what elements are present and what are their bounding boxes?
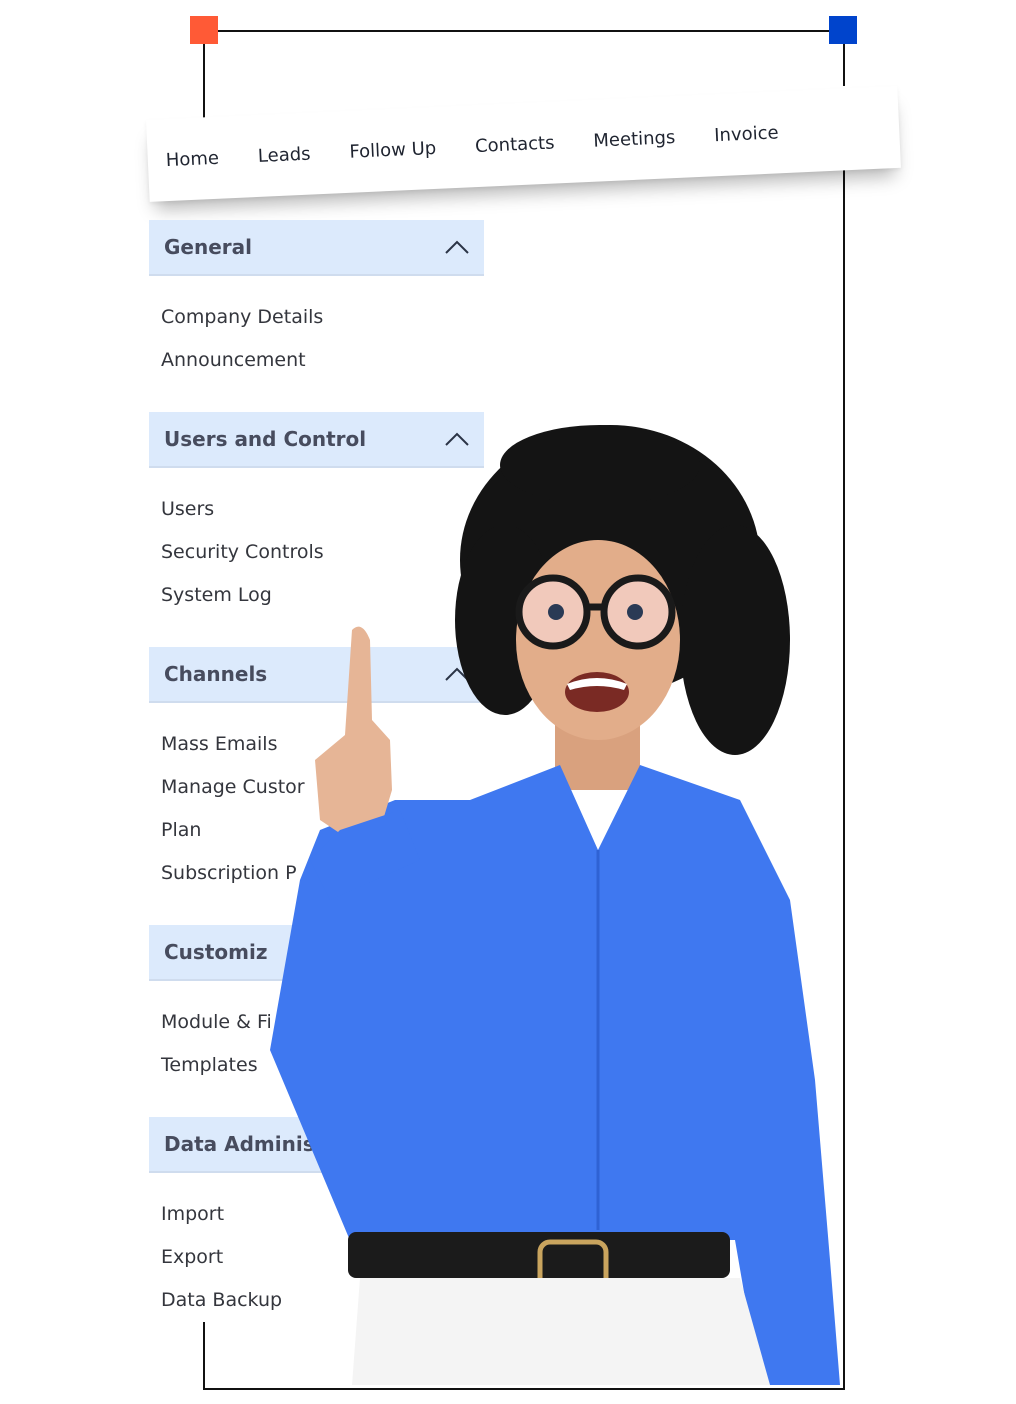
menu-item-manage-custom[interactable]: Manage Custor <box>161 766 484 809</box>
chevron-up-icon[interactable] <box>444 666 470 682</box>
neck <box>555 700 640 790</box>
teeth <box>567 678 627 690</box>
menu-item-templates[interactable]: Templates <box>161 1044 484 1087</box>
section-header-general[interactable]: General <box>149 220 484 276</box>
section-title: Data Administra <box>164 1132 348 1156</box>
top-navigation-bar: Home Leads Follow Up Contacts Meetings I… <box>146 85 901 202</box>
hair <box>455 425 790 755</box>
menu-item-system-log[interactable]: System Log <box>161 574 484 617</box>
belt-buckle <box>537 1239 609 1295</box>
nav-meetings[interactable]: Meetings <box>593 127 676 152</box>
section-header-users-and-control[interactable]: Users and Control <box>149 412 484 468</box>
menu-item-plan[interactable]: Plan <box>161 809 484 852</box>
nav-leads[interactable]: Leads <box>257 143 311 166</box>
section-header-channels[interactable]: Channels <box>149 647 484 703</box>
menu-item-data-backup[interactable]: Data Backup <box>161 1279 484 1322</box>
nav-follow-up[interactable]: Follow Up <box>349 137 437 162</box>
menu-item-import[interactable]: Import <box>161 1193 484 1236</box>
eyes <box>548 604 643 620</box>
face <box>516 540 680 740</box>
menu-item-company-details[interactable]: Company Details <box>161 296 484 339</box>
nav-home[interactable]: Home <box>165 147 219 170</box>
nav-invoice[interactable]: Invoice <box>714 122 779 146</box>
menu-item-announcement[interactable]: Announcement <box>161 339 484 382</box>
section-items-general: Company Details Announcement <box>149 276 484 412</box>
section-title: Users and Control <box>164 427 367 451</box>
menu-item-module-fields[interactable]: Module & Fi <box>161 1001 484 1044</box>
menu-item-subscription[interactable]: Subscription P <box>161 852 484 895</box>
frame-right-line <box>843 155 845 1390</box>
section-items-customization: Module & Fi Templates <box>149 981 484 1117</box>
menu-item-security-controls[interactable]: Security Controls <box>161 531 484 574</box>
frame-top-line <box>204 30 844 32</box>
corner-marker-left <box>190 16 218 44</box>
section-items-data-administration: Import Export Data Backup <box>149 1173 484 1352</box>
section-header-customization[interactable]: Customiz <box>149 925 484 981</box>
settings-sidebar: General Company Details Announcement Use… <box>149 220 484 1352</box>
mouth <box>565 672 629 712</box>
section-title: General <box>164 235 252 259</box>
glasses <box>515 574 676 650</box>
frame-bottom-line <box>203 1388 845 1390</box>
section-header-data-administration[interactable]: Data Administra <box>149 1117 484 1173</box>
section-items-users-and-control: Users Security Controls System Log <box>149 468 484 647</box>
menu-item-users[interactable]: Users <box>161 488 484 531</box>
menu-item-export[interactable]: Export <box>161 1236 484 1279</box>
chevron-up-icon[interactable] <box>444 431 470 447</box>
section-items-channels: Mass Emails Manage Custor Plan Subscript… <box>149 703 484 925</box>
section-title: Customiz <box>164 940 268 964</box>
corner-marker-right <box>829 16 857 44</box>
menu-item-mass-emails[interactable]: Mass Emails <box>161 723 484 766</box>
chevron-up-icon[interactable] <box>444 239 470 255</box>
nav-contacts[interactable]: Contacts <box>475 132 555 157</box>
section-title: Channels <box>164 662 268 686</box>
